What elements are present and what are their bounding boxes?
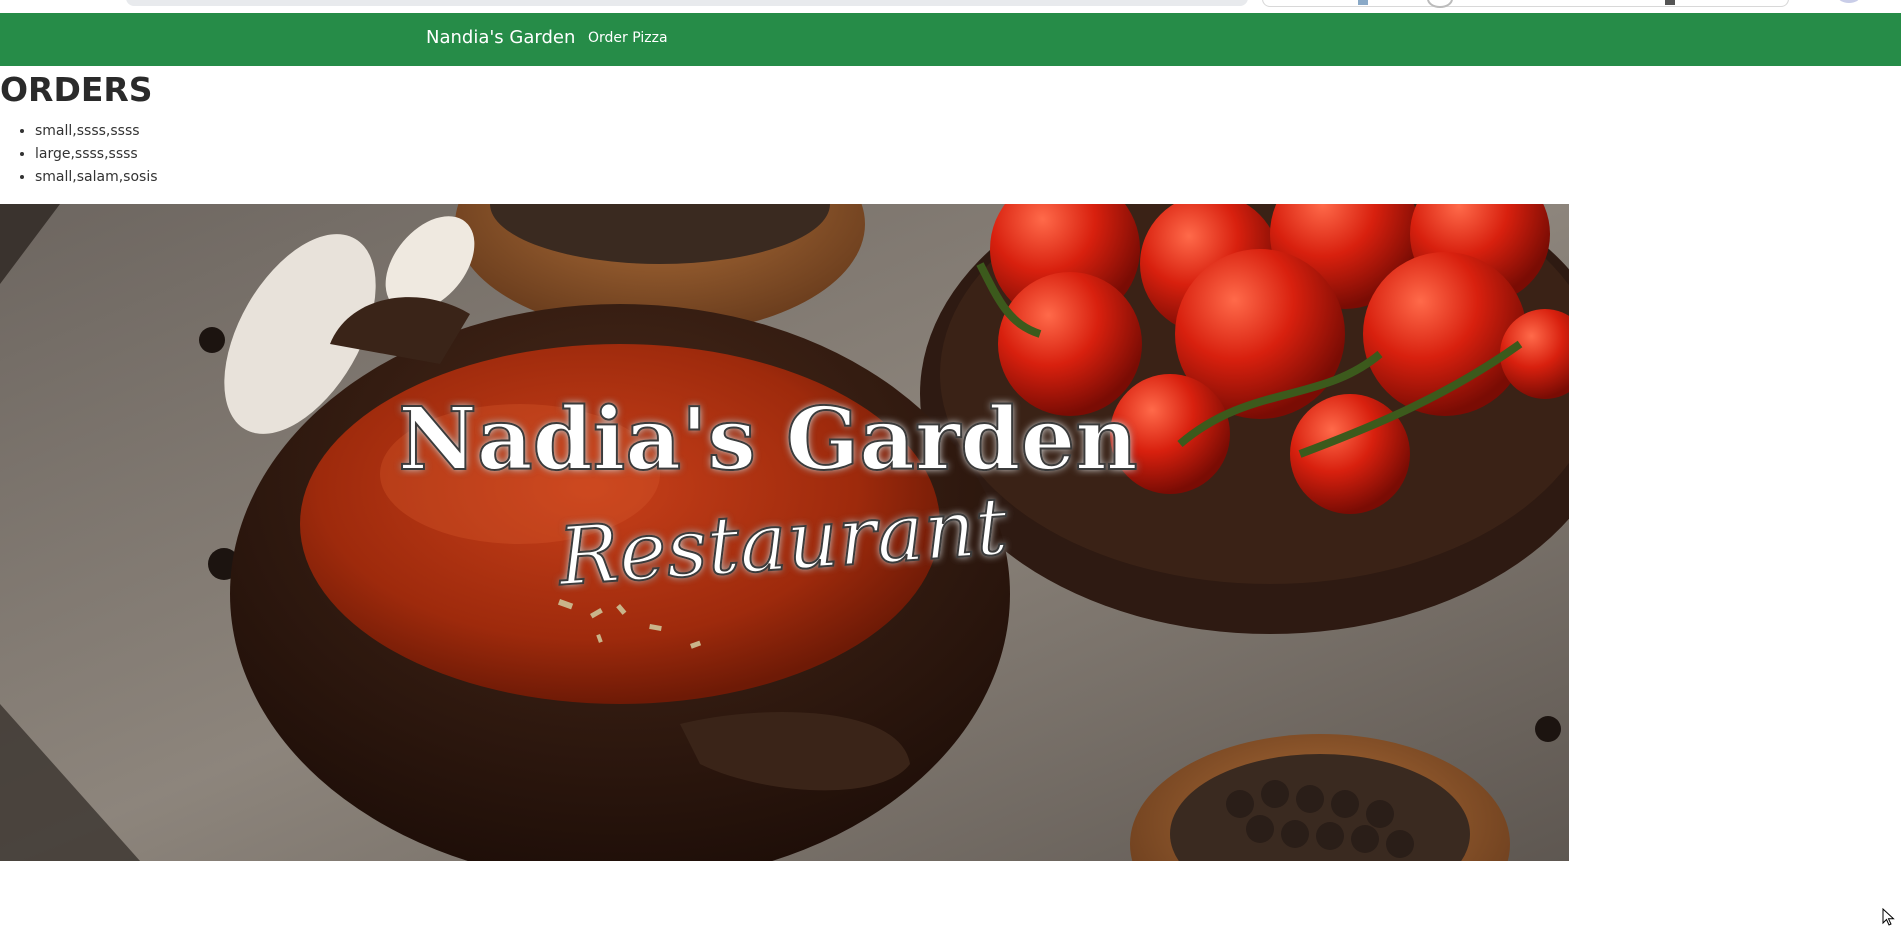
toolbar-field[interactable] [1262,0,1789,7]
extension-icon[interactable] [1358,0,1368,5]
page-title: ORDERS [0,70,153,109]
browser-chrome [0,0,1901,13]
list-item: small,ssss,ssss [35,120,158,143]
lock-icon [1665,0,1675,5]
address-bar[interactable] [126,0,1248,6]
nav-link-order-pizza[interactable]: Order Pizza [588,30,668,46]
hero-title-line1: Nadia's Garden [398,389,1137,490]
navbar: Nandia's Garden Order Pizza [0,13,1901,66]
hero-banner-image: Nadia's Garden Restaurant [0,204,1569,861]
avatar[interactable] [1838,0,1860,3]
list-item: small,salam,sosis [35,166,158,189]
navbar-brand[interactable]: Nandia's Garden [426,27,575,48]
orders-list: small,ssss,ssss large,ssss,ssss small,sa… [0,120,158,189]
mouse-cursor-icon [1882,908,1895,926]
hero-illustration: Nadia's Garden Restaurant [0,204,1569,861]
list-item: large,ssss,ssss [35,143,158,166]
